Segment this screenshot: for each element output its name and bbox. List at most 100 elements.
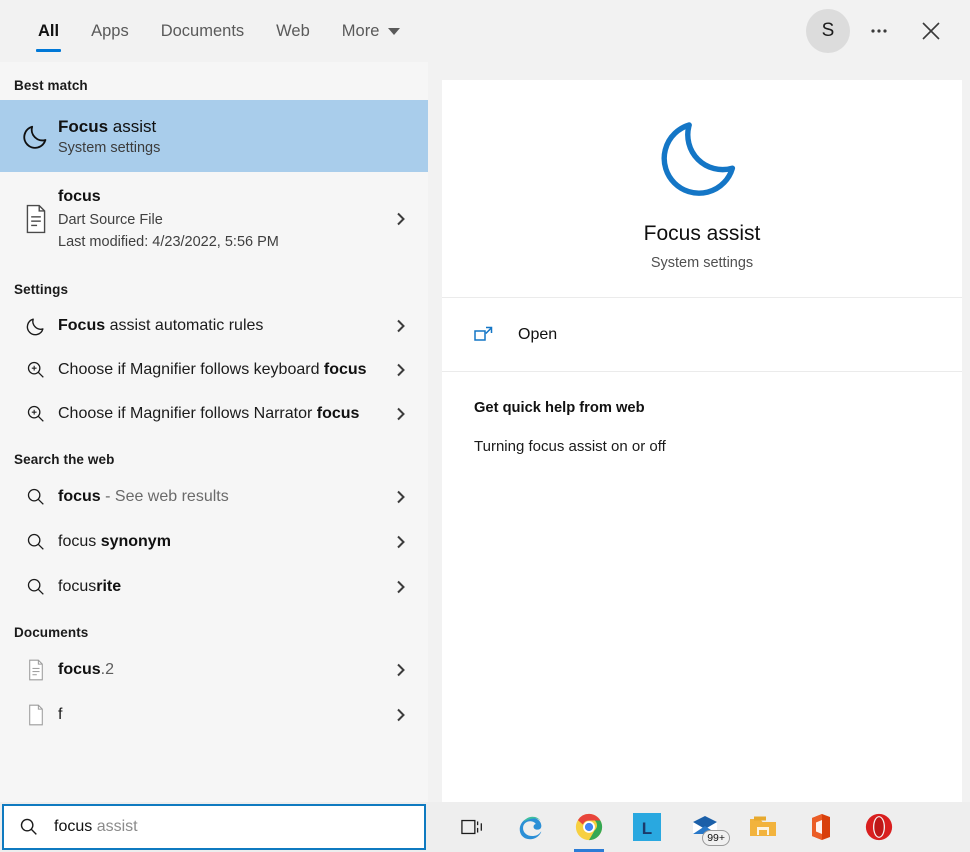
search-overlay: All Apps Documents Web More S <box>0 0 970 852</box>
document-item-focus-2[interactable]: focus.2 <box>0 647 428 692</box>
preview-subtitle: System settings <box>651 255 753 271</box>
settings-item-0-bold: Focus <box>58 317 105 334</box>
edge-icon <box>516 812 546 842</box>
document-icon <box>14 204 58 234</box>
header-actions: S <box>806 0 970 62</box>
best-match-subtitle: System settings <box>58 140 414 156</box>
settings-item-2-pre: Choose if Magnifier follows Narrator <box>58 405 317 422</box>
tab-apps[interactable]: Apps <box>75 0 145 62</box>
avatar[interactable]: S <box>806 9 850 53</box>
ellipsis-icon <box>868 20 890 42</box>
document-item-partial[interactable]: f <box>0 692 428 737</box>
taskbar-mail-button[interactable]: 99+ <box>684 802 726 852</box>
open-external-icon <box>474 325 508 345</box>
chevron-right-icon[interactable] <box>388 535 414 549</box>
documents-heading: Documents <box>0 609 428 647</box>
search-suggestion-text: assist <box>92 818 137 835</box>
search-icon <box>14 576 58 598</box>
close-button[interactable] <box>908 8 954 54</box>
magnifier-plus-icon <box>14 359 58 381</box>
search-typed-text: focus <box>54 818 92 835</box>
tab-documents-label: Documents <box>161 22 244 41</box>
document-icon <box>14 659 58 681</box>
taskbar-file-explorer-button[interactable] <box>742 802 784 852</box>
mail-badge: 99+ <box>702 830 730 846</box>
svg-text:L: L <box>642 819 652 838</box>
opera-icon <box>864 812 894 842</box>
settings-item-1-bold: focus <box>324 361 367 378</box>
open-action-label: Open <box>518 326 557 344</box>
moon-icon <box>14 315 58 337</box>
web-suggestion-focusrite[interactable]: focusrite <box>0 564 428 609</box>
magnifier-plus-icon <box>14 403 58 425</box>
close-icon <box>920 20 942 42</box>
web-suggestion-label: focusrite <box>58 578 388 596</box>
web-suggestion-label: focus - See web results <box>58 488 388 506</box>
search-header: All Apps Documents Web More S <box>0 0 970 62</box>
settings-item-0-rest: assist automatic rules <box>105 317 263 334</box>
search-tabs: All Apps Documents Web More <box>0 0 416 62</box>
search-icon <box>14 486 58 508</box>
search-input[interactable]: focus assist <box>2 804 426 850</box>
moon-icon <box>14 121 58 151</box>
settings-item-label: Choose if Magnifier follows Narrator foc… <box>58 403 388 426</box>
file-result-type: Dart Source File <box>58 212 388 228</box>
web-item-1-bold: synonym <box>101 533 171 550</box>
best-match-title-bold: Focus <box>58 117 108 136</box>
chevron-right-icon[interactable] <box>388 319 414 333</box>
best-match-heading: Best match <box>0 62 428 100</box>
result-file-focus[interactable]: focus Dart Source File Last modified: 4/… <box>0 172 428 266</box>
taskbar-task-view-button[interactable] <box>452 802 494 852</box>
document-item-0-bold: focus <box>58 661 101 678</box>
taskbar-office-button[interactable] <box>800 802 842 852</box>
settings-item-focus-assist-automatic-rules[interactable]: Focus assist automatic rules <box>0 304 428 348</box>
tab-web[interactable]: Web <box>260 0 326 62</box>
chevron-right-icon[interactable] <box>388 490 414 504</box>
document-icon <box>14 704 58 726</box>
settings-item-magnifier-keyboard-focus[interactable]: Choose if Magnifier follows keyboard foc… <box>0 348 428 392</box>
preview-title: Focus assist <box>644 222 761 246</box>
chevron-right-icon[interactable] <box>388 363 414 377</box>
taskbar-chrome-button[interactable] <box>568 802 610 852</box>
chevron-right-icon[interactable] <box>388 708 414 722</box>
chevron-right-icon[interactable] <box>388 407 414 421</box>
moon-icon <box>654 107 750 208</box>
chevron-right-icon[interactable] <box>388 580 414 594</box>
web-suggestion-focus[interactable]: focus - See web results <box>0 474 428 519</box>
search-input-text: focus assist <box>54 818 138 836</box>
quick-help-item[interactable]: Turning focus assist on or off <box>474 438 930 455</box>
quick-help-section: Get quick help from web Turning focus as… <box>442 372 962 455</box>
file-result-text: focus Dart Source File Last modified: 4/… <box>58 184 388 254</box>
file-result-name: focus <box>58 188 388 206</box>
tab-documents[interactable]: Documents <box>145 0 260 62</box>
chevron-right-icon[interactable] <box>388 212 414 226</box>
office-icon <box>808 813 834 841</box>
best-match-title: Focus assist <box>58 116 414 138</box>
web-suggestion-label: focus synonym <box>58 533 388 551</box>
taskbar-edge-button[interactable] <box>510 802 552 852</box>
web-item-2-plain: focus <box>58 578 96 595</box>
settings-item-magnifier-narrator-focus[interactable]: Choose if Magnifier follows Narrator foc… <box>0 392 428 436</box>
search-icon <box>18 816 50 838</box>
taskbar-opera-button[interactable] <box>858 802 900 852</box>
settings-item-1-pre: Choose if Magnifier follows keyboard <box>58 361 324 378</box>
tab-more[interactable]: More <box>326 0 417 62</box>
tab-all[interactable]: All <box>22 0 75 62</box>
settings-item-label: Choose if Magnifier follows keyboard foc… <box>58 359 388 382</box>
best-match-title-rest: assist <box>108 117 156 136</box>
document-item-label: f <box>58 706 388 724</box>
file-result-modified: Last modified: 4/23/2022, 5:56 PM <box>58 234 388 250</box>
chevron-right-icon[interactable] <box>388 663 414 677</box>
preview-panel: Focus assist System settings Open Get qu… <box>442 80 962 802</box>
web-item-0-bold: focus <box>58 488 101 505</box>
web-suggestion-focus-synonym[interactable]: focus synonym <box>0 519 428 564</box>
settings-item-label: Focus assist automatic rules <box>58 315 388 338</box>
preview-hero: Focus assist System settings <box>442 80 962 298</box>
result-best-match-focus-assist[interactable]: Focus assist System settings <box>0 100 428 172</box>
results-panel: Best match Focus assist System settings <box>0 62 428 802</box>
open-action[interactable]: Open <box>442 298 962 372</box>
more-options-button[interactable] <box>856 8 902 54</box>
web-item-0-dim: - See web results <box>101 488 229 505</box>
taskbar-app-l-button[interactable]: L <box>626 802 668 852</box>
settings-item-2-bold: focus <box>317 405 360 422</box>
